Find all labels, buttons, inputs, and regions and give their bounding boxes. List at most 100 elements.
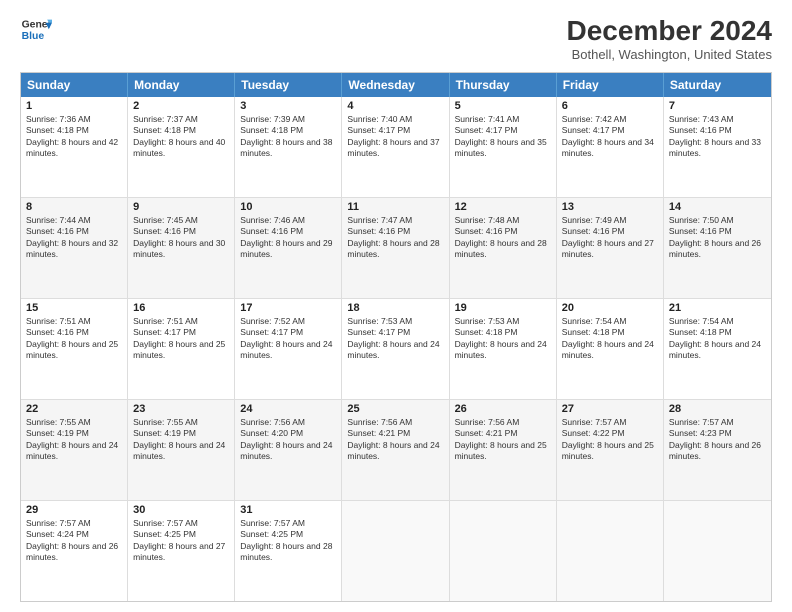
day-cell-29: 29 Sunrise: 7:57 AMSunset: 4:24 PMDayligh…: [21, 501, 128, 601]
week-row-2: 8Sunrise: 7:44 AMSunset: 4:16 PMDaylight…: [21, 198, 771, 299]
day-cell-25: 25Sunrise: 7:56 AMSunset: 4:21 PMDayligh…: [342, 400, 449, 500]
day-number: 18: [347, 302, 443, 314]
cell-info: Sunrise: 7:56 AMSunset: 4:20 PMDaylight:…: [240, 417, 336, 463]
cell-info: Sunrise: 7:37 AMSunset: 4:18 PMDaylight:…: [133, 114, 229, 160]
day-header-monday: Monday: [128, 73, 235, 97]
day-number: 12: [455, 201, 551, 213]
cell-info: Sunrise: 7:36 AMSunset: 4:18 PMDaylight:…: [26, 114, 122, 160]
cell-info: Sunrise: 7:54 AMSunset: 4:18 PMDaylight:…: [669, 316, 766, 362]
day-number: 27: [562, 403, 658, 415]
day-number: 5: [455, 100, 551, 112]
day-cell-4: 4 Sunrise: 7:40 AMSunset: 4:17 PMDaylight…: [342, 97, 449, 197]
cell-info: Sunrise: 7:46 AMSunset: 4:16 PMDaylight:…: [240, 215, 336, 261]
day-cell-16: 16 Sunrise: 7:51 AMSunset: 4:17 PMDayligh…: [128, 299, 235, 399]
calendar-body: 1 Sunrise: 7:36 AMSunset: 4:18 PMDaylight…: [21, 97, 771, 601]
day-number: 19: [455, 302, 551, 314]
day-number: 3: [240, 100, 336, 112]
month-title: December 2024: [567, 16, 772, 47]
day-cell-24: 24Sunrise: 7:56 AMSunset: 4:20 PMDayligh…: [235, 400, 342, 500]
cell-info: Sunrise: 7:51 AMSunset: 4:16 PMDaylight:…: [26, 316, 122, 362]
page: General Blue December 2024 Bothell, Wash…: [0, 0, 792, 612]
cell-info: Sunrise: 7:57 AMSunset: 4:22 PMDaylight:…: [562, 417, 658, 463]
day-number: 13: [562, 201, 658, 213]
header: General Blue December 2024 Bothell, Wash…: [20, 16, 772, 62]
cell-info: Sunrise: 7:44 AMSunset: 4:16 PMDaylight:…: [26, 215, 122, 261]
cell-info: Sunrise: 7:51 AMSunset: 4:17 PMDaylight:…: [133, 316, 229, 362]
cell-info: Sunrise: 7:53 AMSunset: 4:17 PMDaylight:…: [347, 316, 443, 362]
day-cell-11: 11Sunrise: 7:47 AMSunset: 4:16 PMDayligh…: [342, 198, 449, 298]
day-number: 25: [347, 403, 443, 415]
cell-info: Sunrise: 7:55 AMSunset: 4:19 PMDaylight:…: [26, 417, 122, 463]
day-cell-9: 9Sunrise: 7:45 AMSunset: 4:16 PMDaylight…: [128, 198, 235, 298]
cell-info: Sunrise: 7:57 AMSunset: 4:24 PMDaylight:…: [26, 518, 122, 564]
cell-info: Sunrise: 7:41 AMSunset: 4:17 PMDaylight:…: [455, 114, 551, 160]
empty-cell: [664, 501, 771, 601]
day-cell-8: 8Sunrise: 7:44 AMSunset: 4:16 PMDaylight…: [21, 198, 128, 298]
cell-info: Sunrise: 7:52 AMSunset: 4:17 PMDaylight:…: [240, 316, 336, 362]
day-number: 6: [562, 100, 658, 112]
day-header-sunday: Sunday: [21, 73, 128, 97]
day-cell-10: 10 Sunrise: 7:46 AMSunset: 4:16 PMDayligh…: [235, 198, 342, 298]
day-cell-5: 5 Sunrise: 7:41 AMSunset: 4:17 PMDaylight…: [450, 97, 557, 197]
day-cell-30: 30Sunrise: 7:57 AMSunset: 4:25 PMDayligh…: [128, 501, 235, 601]
day-number: 29: [26, 504, 122, 516]
day-number: 23: [133, 403, 229, 415]
day-cell-1: 1 Sunrise: 7:36 AMSunset: 4:18 PMDaylight…: [21, 97, 128, 197]
day-number: 20: [562, 302, 658, 314]
cell-info: Sunrise: 7:47 AMSunset: 4:16 PMDaylight:…: [347, 215, 443, 261]
day-cell-15: 15 Sunrise: 7:51 AMSunset: 4:16 PMDayligh…: [21, 299, 128, 399]
day-number: 2: [133, 100, 229, 112]
cell-info: Sunrise: 7:57 AMSunset: 4:25 PMDaylight:…: [240, 518, 336, 564]
empty-cell: [557, 501, 664, 601]
cell-info: Sunrise: 7:43 AMSunset: 4:16 PMDaylight:…: [669, 114, 766, 160]
cell-info: Sunrise: 7:55 AMSunset: 4:19 PMDaylight:…: [133, 417, 229, 463]
week-row-1: 1 Sunrise: 7:36 AMSunset: 4:18 PMDaylight…: [21, 97, 771, 198]
day-cell-17: 17 Sunrise: 7:52 AMSunset: 4:17 PMDayligh…: [235, 299, 342, 399]
day-header-friday: Friday: [557, 73, 664, 97]
day-number: 7: [669, 100, 766, 112]
day-header-wednesday: Wednesday: [342, 73, 449, 97]
logo: General Blue: [20, 16, 52, 44]
cell-info: Sunrise: 7:54 AMSunset: 4:18 PMDaylight:…: [562, 316, 658, 362]
title-area: December 2024 Bothell, Washington, Unite…: [567, 16, 772, 62]
logo-icon: General Blue: [20, 16, 52, 44]
week-row-5: 29 Sunrise: 7:57 AMSunset: 4:24 PMDayligh…: [21, 501, 771, 601]
day-number: 1: [26, 100, 122, 112]
day-cell-28: 28Sunrise: 7:57 AMSunset: 4:23 PMDayligh…: [664, 400, 771, 500]
day-cell-12: 12 Sunrise: 7:48 AMSunset: 4:16 PMDayligh…: [450, 198, 557, 298]
day-cell-31: 31Sunrise: 7:57 AMSunset: 4:25 PMDayligh…: [235, 501, 342, 601]
cell-info: Sunrise: 7:40 AMSunset: 4:17 PMDaylight:…: [347, 114, 443, 160]
calendar-header: SundayMondayTuesdayWednesdayThursdayFrid…: [21, 73, 771, 97]
day-cell-19: 19Sunrise: 7:53 AMSunset: 4:18 PMDayligh…: [450, 299, 557, 399]
cell-info: Sunrise: 7:45 AMSunset: 4:16 PMDaylight:…: [133, 215, 229, 261]
day-cell-20: 20 Sunrise: 7:54 AMSunset: 4:18 PMDayligh…: [557, 299, 664, 399]
day-header-saturday: Saturday: [664, 73, 771, 97]
day-cell-22: 22 Sunrise: 7:55 AMSunset: 4:19 PMDayligh…: [21, 400, 128, 500]
day-cell-6: 6Sunrise: 7:42 AMSunset: 4:17 PMDaylight…: [557, 97, 664, 197]
cell-info: Sunrise: 7:57 AMSunset: 4:23 PMDaylight:…: [669, 417, 766, 463]
cell-info: Sunrise: 7:56 AMSunset: 4:21 PMDaylight:…: [455, 417, 551, 463]
week-row-3: 15 Sunrise: 7:51 AMSunset: 4:16 PMDayligh…: [21, 299, 771, 400]
cell-info: Sunrise: 7:48 AMSunset: 4:16 PMDaylight:…: [455, 215, 551, 261]
day-number: 26: [455, 403, 551, 415]
day-cell-2: 2 Sunrise: 7:37 AMSunset: 4:18 PMDaylight…: [128, 97, 235, 197]
week-row-4: 22 Sunrise: 7:55 AMSunset: 4:19 PMDayligh…: [21, 400, 771, 501]
day-cell-23: 23 Sunrise: 7:55 AMSunset: 4:19 PMDayligh…: [128, 400, 235, 500]
day-cell-27: 27 Sunrise: 7:57 AMSunset: 4:22 PMDayligh…: [557, 400, 664, 500]
day-cell-21: 21 Sunrise: 7:54 AMSunset: 4:18 PMDayligh…: [664, 299, 771, 399]
day-number: 16: [133, 302, 229, 314]
cell-info: Sunrise: 7:49 AMSunset: 4:16 PMDaylight:…: [562, 215, 658, 261]
empty-cell: [450, 501, 557, 601]
svg-text:Blue: Blue: [22, 31, 45, 42]
day-number: 4: [347, 100, 443, 112]
day-number: 15: [26, 302, 122, 314]
day-cell-7: 7 Sunrise: 7:43 AMSunset: 4:16 PMDaylight…: [664, 97, 771, 197]
day-number: 17: [240, 302, 336, 314]
day-number: 21: [669, 302, 766, 314]
day-number: 22: [26, 403, 122, 415]
empty-cell: [342, 501, 449, 601]
day-number: 10: [240, 201, 336, 213]
day-cell-18: 18 Sunrise: 7:53 AMSunset: 4:17 PMDayligh…: [342, 299, 449, 399]
cell-info: Sunrise: 7:39 AMSunset: 4:18 PMDaylight:…: [240, 114, 336, 160]
day-cell-26: 26 Sunrise: 7:56 AMSunset: 4:21 PMDayligh…: [450, 400, 557, 500]
